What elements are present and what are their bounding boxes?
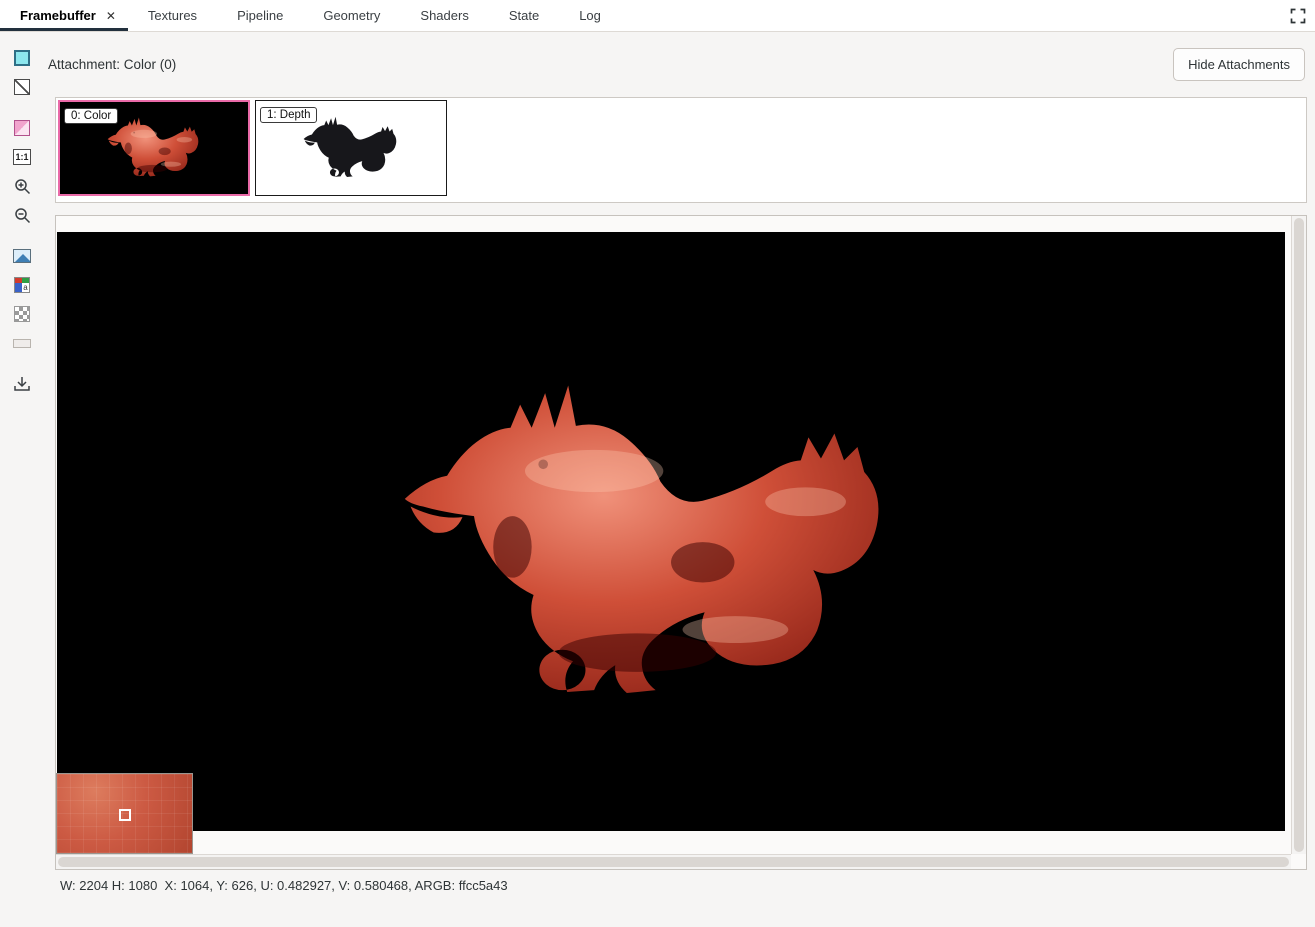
channels-icon[interactable]: a [13, 276, 31, 294]
zoom-in-icon[interactable] [13, 177, 31, 195]
alpha-swatch [14, 79, 30, 95]
checker-swatch [14, 306, 30, 322]
tab-framebuffer[interactable]: Framebuffer ✕ [0, 0, 128, 31]
close-tab-icon[interactable]: ✕ [106, 9, 116, 23]
vertical-scrollbar-thumb[interactable] [1294, 218, 1304, 852]
blue-channel-swatch [15, 283, 22, 292]
alpha-channel-swatch: a [22, 283, 29, 292]
tab-textures[interactable]: Textures [128, 0, 217, 31]
tab-label: Pipeline [237, 8, 283, 23]
tab-bar: Framebuffer ✕ Textures Pipeline Geometry… [0, 0, 1315, 32]
attachment-label: 1: Depth [260, 107, 317, 123]
attachment-title: Attachment: Color (0) [48, 57, 176, 72]
flip-swatch [14, 120, 30, 136]
tabbar-spacer [621, 0, 1281, 31]
tab-label: Log [579, 8, 601, 23]
one-to-one-label: 1:1 [13, 149, 31, 165]
display-color-swatch [14, 50, 30, 66]
tab-log[interactable]: Log [559, 0, 621, 31]
checkerboard-background-icon[interactable] [13, 305, 31, 323]
framebuffer-canvas[interactable] [57, 232, 1285, 831]
save-image-icon[interactable] [13, 375, 31, 393]
tab-shaders[interactable]: Shaders [400, 0, 488, 31]
picked-pixel-marker [119, 809, 131, 821]
fit-horizontal-icon[interactable] [13, 334, 31, 352]
display-color-icon[interactable] [13, 49, 31, 67]
tab-label: Shaders [420, 8, 468, 23]
framebuffer-panel: Attachment: Color (0) Hide Attachments 0… [44, 32, 1315, 927]
viewer-toolbar: 1:1 a [0, 32, 44, 927]
horizontal-scrollbar[interactable] [56, 854, 1291, 869]
hide-attachments-button[interactable]: Hide Attachments [1173, 48, 1305, 81]
image-thumb [13, 249, 31, 263]
rendered-dragon-image [397, 372, 897, 718]
attachment-header: Attachment: Color (0) Hide Attachments [44, 44, 1315, 84]
tab-label: Framebuffer [20, 8, 96, 23]
tab-geometry[interactable]: Geometry [303, 0, 400, 31]
fullscreen-icon[interactable] [1281, 0, 1315, 31]
flip-image-icon[interactable] [13, 119, 31, 137]
horizontal-scrollbar-thumb[interactable] [58, 857, 1289, 867]
framebuffer-viewer [55, 215, 1307, 870]
zoom-one-to-one-icon[interactable]: 1:1 [13, 148, 31, 166]
attachment-thumbnail-color[interactable]: 0: Color [58, 100, 250, 196]
attachment-strip: 0: Color 1: Depth [55, 97, 1307, 203]
image-preview-icon[interactable] [13, 247, 31, 265]
attachment-thumbnail-depth[interactable]: 1: Depth [255, 100, 447, 196]
attachment-label: 0: Color [64, 108, 118, 124]
tab-label: State [509, 8, 539, 23]
vertical-scrollbar[interactable] [1291, 216, 1306, 854]
tab-state[interactable]: State [489, 0, 559, 31]
channels-grid: a [14, 277, 30, 293]
fit-swatch [13, 339, 31, 348]
tab-label: Geometry [323, 8, 380, 23]
zoom-out-icon[interactable] [13, 206, 31, 224]
alpha-blend-icon[interactable] [13, 78, 31, 96]
pixel-magnifier [56, 773, 193, 854]
tab-pipeline[interactable]: Pipeline [217, 0, 303, 31]
tab-label: Textures [148, 8, 197, 23]
pixel-status-bar: W: 2204 H: 1080 X: 1064, Y: 626, U: 0.48… [55, 878, 1307, 898]
